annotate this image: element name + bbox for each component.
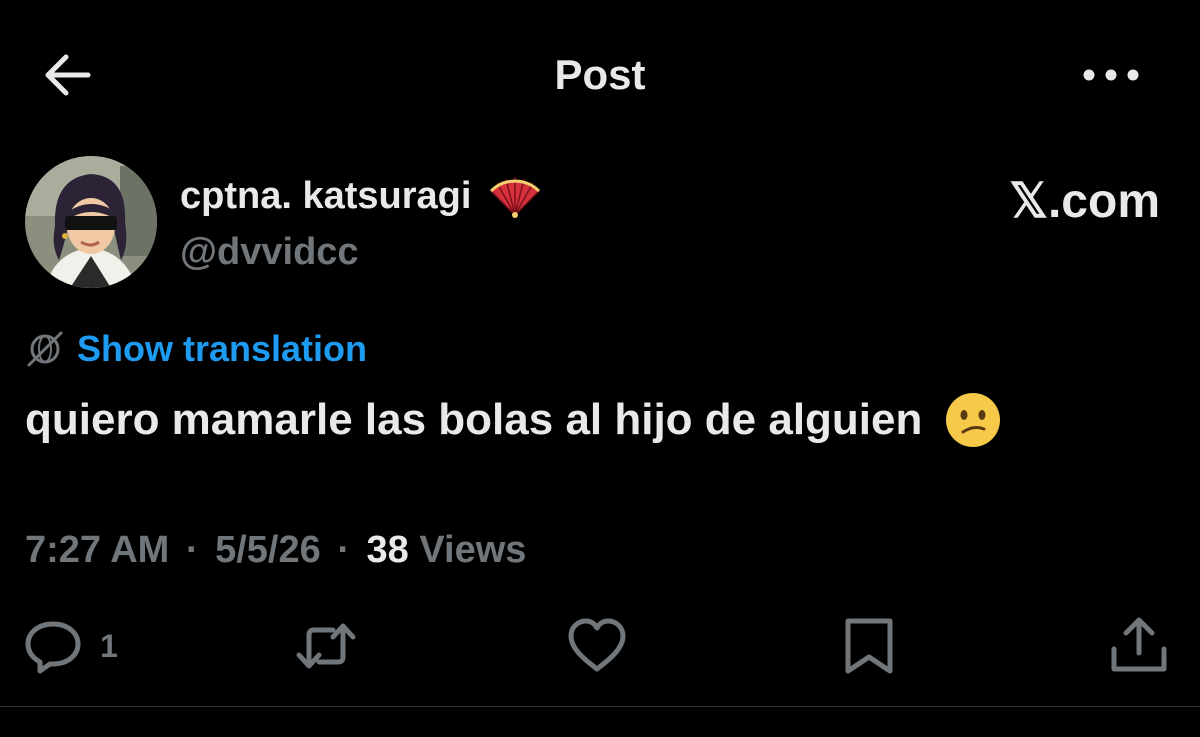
like-button[interactable] bbox=[566, 615, 628, 677]
more-options-button[interactable] bbox=[1080, 55, 1142, 95]
reply-button[interactable]: 1 bbox=[22, 615, 118, 677]
share-button[interactable] bbox=[1108, 615, 1170, 677]
page-title: Post bbox=[554, 51, 646, 98]
more-horizontal-icon bbox=[1083, 69, 1139, 81]
bookmark-button[interactable] bbox=[838, 615, 900, 677]
globe-slash-icon bbox=[27, 331, 63, 367]
meta-separator: · bbox=[337, 529, 350, 571]
share-icon bbox=[1111, 617, 1167, 672]
bookmark-icon bbox=[845, 618, 893, 674]
x-com-watermark: 𝕏.com bbox=[1009, 175, 1160, 228]
show-translation-link[interactable]: Show translation bbox=[77, 328, 367, 370]
anime-character-avatar bbox=[25, 156, 157, 288]
display-name-text: cptna. katsuragi bbox=[180, 175, 472, 217]
post-meta: 7:27 AM · 5/5/26 · 38 Views bbox=[25, 526, 526, 574]
divider bbox=[0, 706, 1200, 707]
confused-face-emoji bbox=[946, 393, 1001, 447]
retweet-button[interactable] bbox=[295, 615, 357, 677]
views-count: 38 bbox=[366, 529, 409, 571]
reply-icon bbox=[25, 621, 81, 674]
like-icon bbox=[568, 618, 626, 672]
post-text: quiero mamarle las bolas al hijo de algu… bbox=[25, 390, 1002, 450]
reply-count: 1 bbox=[100, 627, 118, 664]
meta-separator: · bbox=[185, 529, 199, 571]
post-time[interactable]: 7:27 AM bbox=[25, 529, 169, 571]
folding-fan-emoji bbox=[490, 177, 541, 218]
retweet-icon bbox=[296, 623, 356, 669]
post-body: quiero mamarle las bolas al hijo de algu… bbox=[25, 395, 923, 444]
author-name[interactable]: cptna. katsuragi bbox=[180, 172, 543, 220]
post-date[interactable]: 5/5/26 bbox=[215, 529, 321, 571]
author-handle[interactable]: @dvvidcc bbox=[180, 228, 359, 276]
avatar[interactable] bbox=[25, 156, 157, 288]
views-label: Views bbox=[419, 529, 527, 571]
show-translation-row[interactable]: Show translation bbox=[25, 326, 367, 372]
